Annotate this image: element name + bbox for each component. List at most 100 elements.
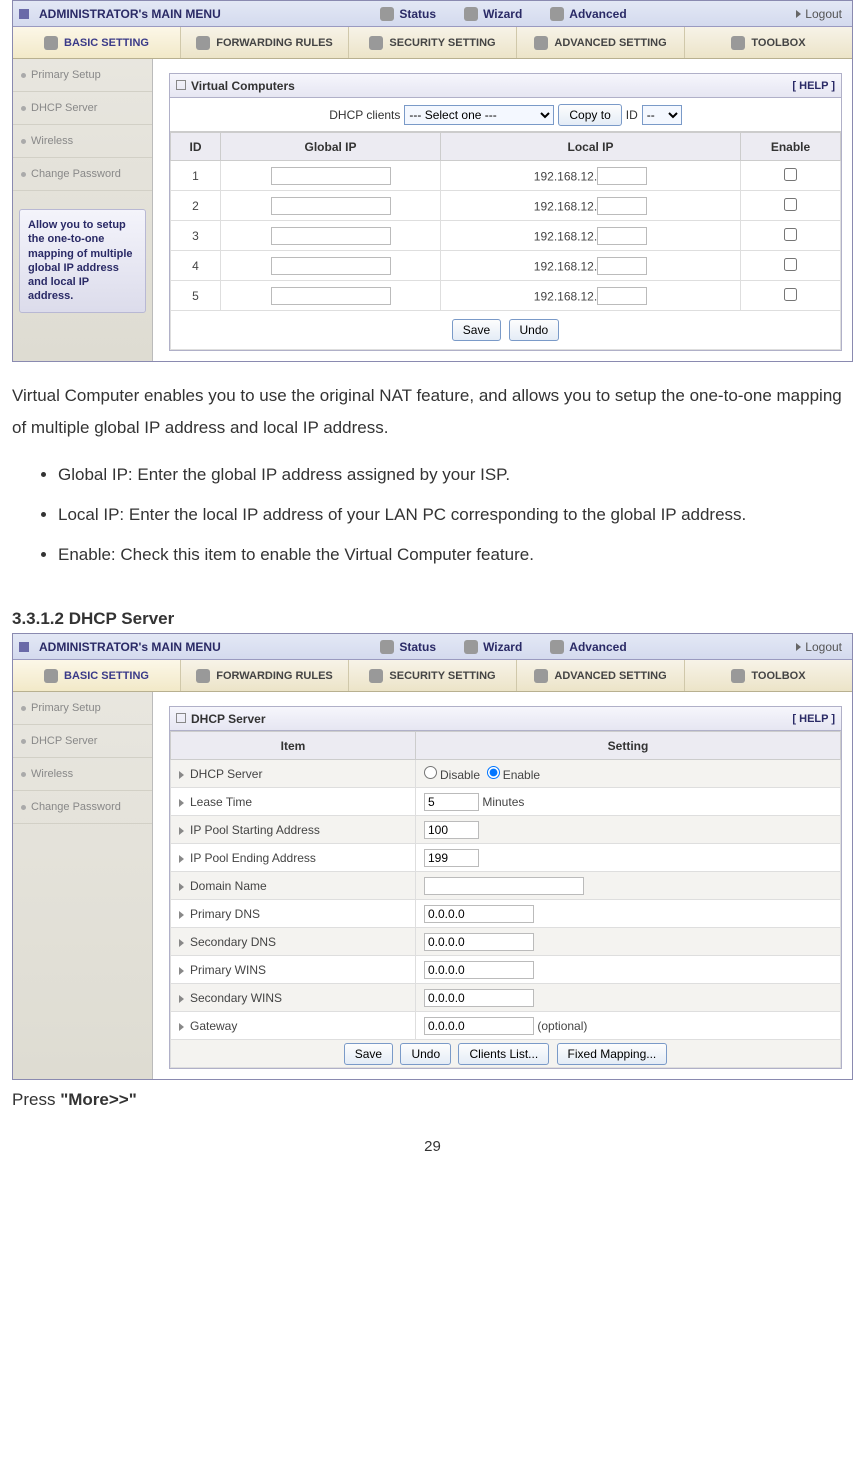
domain-name-input[interactable]	[424, 877, 584, 895]
sidebar-item-change-password[interactable]: Change Password	[13, 791, 152, 824]
copy-to-button[interactable]: Copy to	[558, 104, 621, 126]
th-item: Item	[171, 732, 416, 760]
enable-checkbox[interactable]	[784, 258, 797, 271]
clients-list-button[interactable]: Clients List...	[458, 1043, 549, 1065]
toolbox-icon	[731, 36, 745, 50]
nav-wizard-label: Wizard	[483, 640, 522, 654]
nav-advanced[interactable]: Advanced	[536, 7, 640, 21]
nav-advanced[interactable]: Advanced	[536, 640, 640, 654]
local-ip-prefix: 192.168.12.	[534, 199, 597, 213]
item-label: Secondary WINS	[190, 991, 282, 1005]
dhcp-clients-select[interactable]: --- Select one ---	[404, 105, 554, 125]
primary-wins-input[interactable]	[424, 961, 534, 979]
local-ip-input[interactable]	[597, 167, 647, 185]
tab-forwarding-rules[interactable]: FORWARDING RULES	[181, 27, 349, 58]
gateway-input[interactable]	[424, 1017, 534, 1035]
enable-checkbox[interactable]	[784, 168, 797, 181]
row-dhcp-server: DHCP Server Disable Enable	[171, 760, 841, 788]
lease-time-input[interactable]	[424, 793, 479, 811]
content-area: DHCP Server [ HELP ] ItemSetting DHCP Se…	[153, 692, 852, 1079]
enable-checkbox[interactable]	[784, 288, 797, 301]
pool-start-input[interactable]	[424, 821, 479, 839]
wizard-icon	[464, 7, 478, 21]
sidebar-item-primary-setup[interactable]: Primary Setup	[13, 59, 152, 92]
panel-header: DHCP Server [ HELP ]	[170, 707, 841, 731]
dhcp-enable-radio[interactable]	[487, 766, 500, 779]
global-ip-input[interactable]	[271, 257, 391, 275]
global-ip-input[interactable]	[271, 167, 391, 185]
row-primary-dns: Primary DNS	[171, 900, 841, 928]
secondary-dns-input[interactable]	[424, 933, 534, 951]
global-ip-input[interactable]	[271, 287, 391, 305]
top-nav: Status Wizard Advanced	[221, 640, 787, 654]
sidebar-item-dhcp-server[interactable]: DHCP Server	[13, 725, 152, 758]
dhcp-disable-radio[interactable]	[424, 766, 437, 779]
nav-wizard[interactable]: Wizard	[450, 640, 536, 654]
virtual-computers-panel: Virtual Computers [ HELP ] DHCP clients …	[169, 73, 842, 351]
help-link[interactable]: [ HELP ]	[792, 80, 835, 92]
nav-logout-label: Logout	[805, 640, 842, 654]
tab-bar: BASIC SETTING FORWARDING RULES SECURITY …	[13, 660, 852, 692]
sidebar-item-change-password[interactable]: Change Password	[13, 158, 152, 191]
press-label: Press	[12, 1090, 60, 1109]
tab-forwarding-label: FORWARDING RULES	[216, 670, 333, 682]
save-button[interactable]: Save	[344, 1043, 393, 1065]
sidebar-item-primary-setup[interactable]: Primary Setup	[13, 692, 152, 725]
panel-title: Virtual Computers	[191, 79, 295, 93]
sidebar-item-wireless[interactable]: Wireless	[13, 125, 152, 158]
sidebar-item-wireless[interactable]: Wireless	[13, 758, 152, 791]
pool-end-input[interactable]	[424, 849, 479, 867]
logout-arrow-icon	[796, 643, 801, 651]
bullet-icon	[21, 706, 26, 711]
row-pool-end: IP Pool Ending Address	[171, 844, 841, 872]
bullet-local-ip: Local IP: Enter the local IP address of …	[58, 499, 853, 531]
primary-dns-input[interactable]	[424, 905, 534, 923]
secondary-wins-input[interactable]	[424, 989, 534, 1007]
local-ip-prefix: 192.168.12.	[534, 169, 597, 183]
enable-checkbox[interactable]	[784, 228, 797, 241]
tab-basic-setting[interactable]: BASIC SETTING	[13, 27, 181, 58]
nav-logout[interactable]: Logout	[786, 640, 852, 654]
tab-forwarding-rules[interactable]: FORWARDING RULES	[181, 660, 349, 691]
local-ip-input[interactable]	[597, 287, 647, 305]
local-ip-input[interactable]	[597, 227, 647, 245]
local-ip-input[interactable]	[597, 257, 647, 275]
fixed-mapping-button[interactable]: Fixed Mapping...	[557, 1043, 668, 1065]
tab-toolbox[interactable]: TOOLBOX	[685, 27, 852, 58]
nav-wizard[interactable]: Wizard	[450, 7, 536, 21]
th-id: ID	[171, 133, 221, 161]
tab-toolbox[interactable]: TOOLBOX	[685, 660, 852, 691]
top-menu-bar: ADMINISTRATOR's MAIN MENU Status Wizard …	[13, 634, 852, 660]
local-ip-input[interactable]	[597, 197, 647, 215]
nav-status-label: Status	[399, 7, 436, 21]
id-select[interactable]: --	[642, 105, 682, 125]
bullet-icon	[21, 106, 26, 111]
local-ip-prefix: 192.168.12.	[534, 259, 597, 273]
nav-advanced-label: Advanced	[569, 640, 626, 654]
nav-status[interactable]: Status	[366, 640, 450, 654]
panel-header: Virtual Computers [ HELP ]	[170, 74, 841, 98]
help-link[interactable]: [ HELP ]	[792, 713, 835, 725]
bullet-icon	[21, 739, 26, 744]
tab-advanced-setting[interactable]: ADVANCED SETTING	[517, 660, 685, 691]
nav-logout[interactable]: Logout	[786, 7, 852, 21]
cell-id: 1	[171, 161, 221, 191]
undo-button[interactable]: Undo	[509, 319, 560, 341]
local-ip-prefix: 192.168.12.	[534, 289, 597, 303]
sidebar: Primary Setup DHCP Server Wireless Chang…	[13, 692, 153, 1079]
global-ip-input[interactable]	[271, 227, 391, 245]
tab-basic-setting[interactable]: BASIC SETTING	[13, 660, 181, 691]
nav-status[interactable]: Status	[366, 7, 450, 21]
tab-security-setting[interactable]: SECURITY SETTING	[349, 27, 517, 58]
tab-advanced-setting[interactable]: ADVANCED SETTING	[517, 27, 685, 58]
undo-button[interactable]: Undo	[400, 1043, 451, 1065]
press-more-text: Press "More>>"	[12, 1090, 853, 1110]
save-button[interactable]: Save	[452, 319, 501, 341]
enable-checkbox[interactable]	[784, 198, 797, 211]
global-ip-input[interactable]	[271, 197, 391, 215]
security-icon	[369, 669, 383, 683]
row-primary-wins: Primary WINS	[171, 956, 841, 984]
tab-security-setting[interactable]: SECURITY SETTING	[349, 660, 517, 691]
sidebar-item-dhcp-server[interactable]: DHCP Server	[13, 92, 152, 125]
disable-label: Disable	[440, 768, 480, 782]
